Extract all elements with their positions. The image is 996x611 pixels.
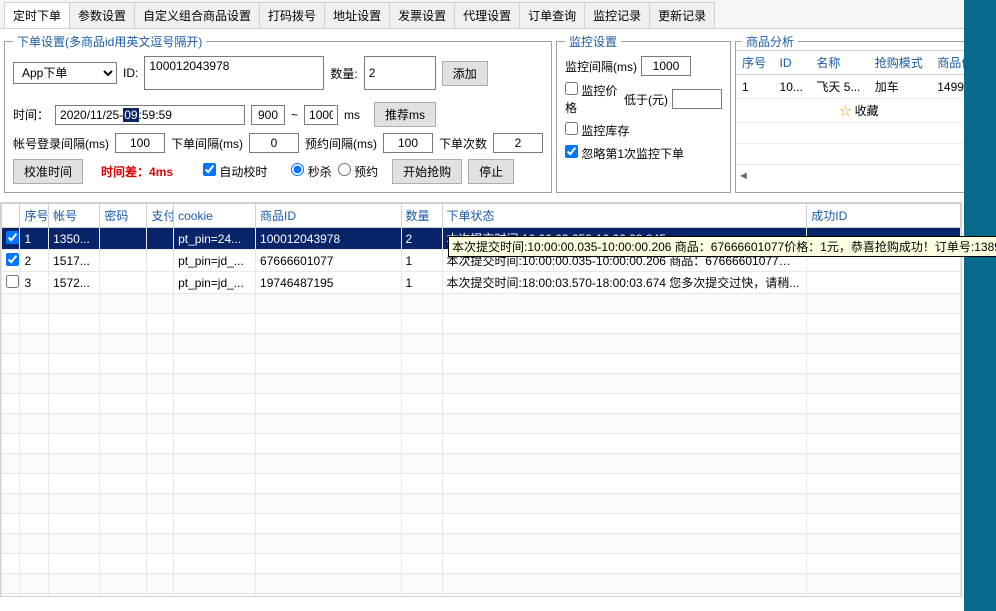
order-interval-input[interactable] xyxy=(249,133,299,153)
presale-radio[interactable]: 预约 xyxy=(338,163,378,180)
login-interval-input[interactable] xyxy=(115,133,165,153)
price-below-input[interactable] xyxy=(672,89,722,109)
qty-label: 数量: xyxy=(330,65,357,82)
analysis-table: 序号ID名称抢购模式商品价 110...飞天 5...加车1499.0☆ 收藏 xyxy=(736,51,982,170)
start-button[interactable]: 开始抢购 xyxy=(392,159,462,184)
tab-4[interactable]: 地址设置 xyxy=(324,2,390,28)
monitor-interval-input[interactable] xyxy=(641,56,691,76)
qty-input[interactable] xyxy=(364,56,436,90)
order-settings-legend: 下单设置(多商品id用英文逗号隔开) xyxy=(13,33,206,50)
grid-header[interactable]: 成功ID xyxy=(807,204,961,228)
order-interval-label: 下单间隔(ms) xyxy=(171,135,243,152)
tab-0[interactable]: 定时下单 xyxy=(4,2,70,28)
login-interval-label: 帐号登录间隔(ms) xyxy=(13,135,109,152)
row-checkbox[interactable] xyxy=(6,253,19,266)
grid-header[interactable]: cookie xyxy=(174,204,256,228)
main-tabs: 定时下单参数设置自定义组合商品设置打码拨号地址设置发票设置代理设置订单查询监控记… xyxy=(0,0,996,29)
grid-header[interactable]: 密码 xyxy=(100,204,147,228)
tab-6[interactable]: 代理设置 xyxy=(454,2,520,28)
tab-1[interactable]: 参数设置 xyxy=(69,2,135,28)
row-checkbox[interactable] xyxy=(6,275,19,288)
side-strip xyxy=(964,0,996,611)
grid-header[interactable]: 下单状态 xyxy=(442,204,807,228)
time-input[interactable]: 2020/11/25-09:59:59 xyxy=(55,105,245,125)
grid-header[interactable]: 序号 xyxy=(20,204,49,228)
presale-interval-input[interactable] xyxy=(383,133,433,153)
monitor-settings-panel: 监控设置 监控间隔(ms) 监控价格 低于(元) 监控库存 忽略第1次监控下单 xyxy=(556,33,731,193)
seckill-radio[interactable]: 秒杀 xyxy=(291,163,331,180)
skip-first-checkbox[interactable]: 忽略第1次监控下单 xyxy=(565,145,684,162)
tab-9[interactable]: 更新记录 xyxy=(649,2,715,28)
product-analysis-panel: 商品分析 序号ID名称抢购模式商品价 110...飞天 5...加车1499.0… xyxy=(735,33,983,193)
product-id-input[interactable]: 100012043978 xyxy=(144,56,324,90)
monitor-legend: 监控设置 xyxy=(565,33,621,50)
monitor-interval-label: 监控间隔(ms) xyxy=(565,58,637,75)
ms-to-input[interactable] xyxy=(304,105,338,125)
grid-header[interactable]: 帐号 xyxy=(49,204,100,228)
monitor-stock-checkbox[interactable]: 监控库存 xyxy=(565,122,629,139)
ms-from-input[interactable] xyxy=(251,105,285,125)
tab-8[interactable]: 监控记录 xyxy=(584,2,650,28)
auto-calib-checkbox[interactable]: 自动校时 xyxy=(203,163,267,180)
analysis-row[interactable]: 110...飞天 5...加车1499.0 xyxy=(736,75,982,99)
recommend-ms-button[interactable]: 推荐ms xyxy=(374,102,436,127)
time-label: 时间： xyxy=(13,106,49,123)
grid-header[interactable] xyxy=(2,204,20,228)
time-diff-label: 时间差：4ms xyxy=(101,163,173,180)
row-checkbox[interactable] xyxy=(6,231,19,244)
calibrate-time-button[interactable]: 校准时间 xyxy=(13,159,83,184)
tab-7[interactable]: 订单查询 xyxy=(519,2,585,28)
mode-select[interactable]: App下单 xyxy=(13,62,117,84)
grid-header[interactable]: 数量 xyxy=(401,204,442,228)
id-label: ID: xyxy=(123,66,138,80)
tab-3[interactable]: 打码拨号 xyxy=(259,2,325,28)
analysis-scrollbar[interactable]: ◄► xyxy=(736,170,982,182)
stop-button[interactable]: 停止 xyxy=(468,159,514,184)
monitor-price-checkbox[interactable]: 监控价格 xyxy=(565,82,620,116)
order-settings-panel: 下单设置(多商品id用英文逗号隔开) App下单 ID: 10001204397… xyxy=(4,33,552,193)
analysis-fav-row[interactable]: ☆ 收藏 xyxy=(736,99,982,123)
tab-2[interactable]: 自定义组合商品设置 xyxy=(134,2,260,28)
presale-interval-label: 预约间隔(ms) xyxy=(305,135,377,152)
account-grid[interactable]: 序号帐号密码支付cookie商品ID数量下单状态成功ID 11350...pt_… xyxy=(0,202,962,597)
grid-header[interactable]: 商品ID xyxy=(256,204,401,228)
order-count-input[interactable] xyxy=(493,133,543,153)
tab-5[interactable]: 发票设置 xyxy=(389,2,455,28)
add-button[interactable]: 添加 xyxy=(442,61,488,86)
table-row[interactable]: 31572...pt_pin=jd_...197464871951本次提交时间:… xyxy=(2,272,961,294)
grid-header[interactable]: 支付 xyxy=(147,204,174,228)
analysis-legend: 商品分析 xyxy=(742,33,798,50)
star-icon: ☆ xyxy=(839,104,851,118)
status-tooltip: 本次提交时间:10:00:00.035-10:00:00.206 商品：6766… xyxy=(448,236,996,257)
order-count-label: 下单次数 xyxy=(439,135,487,152)
